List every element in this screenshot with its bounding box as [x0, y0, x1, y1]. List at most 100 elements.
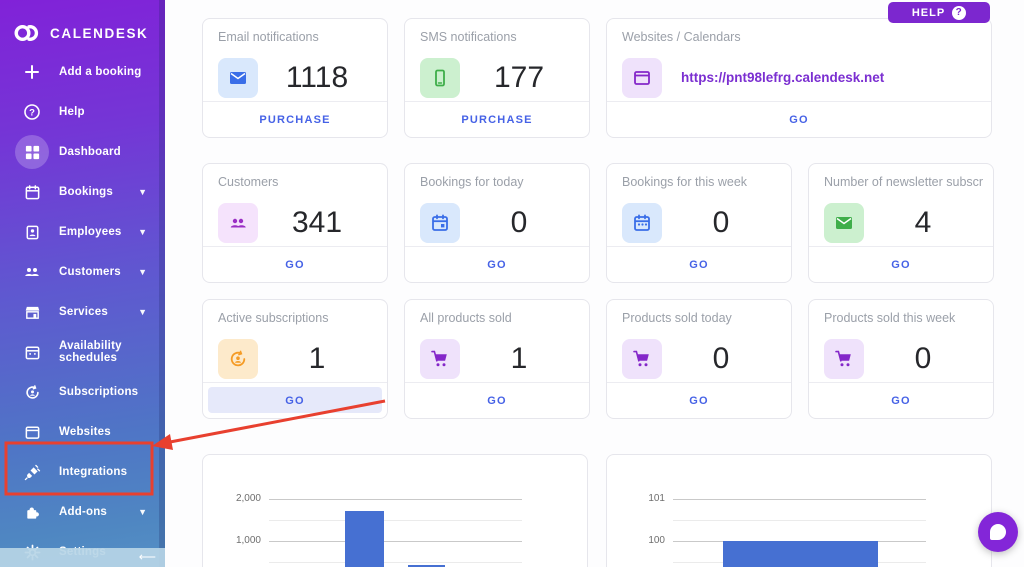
sidebar-item-services[interactable]: Services ▼ [0, 292, 159, 332]
help-icon: ? [15, 95, 49, 129]
sidebar-item-integrations[interactable]: Integrations [0, 452, 159, 492]
plug-icon [15, 455, 49, 489]
sidebar-item-customers[interactable]: Customers ▼ [0, 252, 159, 292]
card-value: 1 [308, 342, 326, 375]
email-icon [824, 203, 864, 243]
sidebar-item-label: Integrations [59, 466, 128, 478]
go-button[interactable]: GO [607, 101, 991, 137]
sidebar-item-dashboard[interactable]: Dashboard [0, 132, 159, 172]
help-button[interactable]: HELP ? [888, 2, 990, 23]
chevron-down-icon: ▼ [138, 187, 147, 197]
card-title: All products sold [420, 311, 512, 325]
chevron-down-icon: ▼ [138, 307, 147, 317]
stat-card-sms-notifications: SMS notifications 177 PURCHASE [404, 18, 590, 138]
stat-card-products-sold-today: Products sold today 0 GO [606, 299, 792, 419]
card-title: Products sold today [622, 311, 732, 325]
bookings-bar-chart-card: 2,000 1,000 [202, 454, 588, 567]
card-title: Products sold this week [824, 311, 956, 325]
chat-widget-button[interactable] [978, 512, 1018, 552]
cart-icon [420, 339, 460, 379]
dashboard-icon [15, 135, 49, 169]
cart-icon [622, 339, 662, 379]
email-icon [218, 58, 258, 98]
chart-bar [723, 541, 879, 567]
chat-bubble-icon [990, 524, 1006, 540]
sidebar-item-help[interactable]: ? Help [0, 92, 159, 132]
sidebar-item-add-a-booking[interactable]: Add a booking [0, 52, 159, 92]
schedule-calendar-icon [15, 335, 49, 369]
sidebar-item-bookings[interactable]: Bookings ▼ [0, 172, 159, 212]
sidebar-item-label: Services [59, 306, 108, 318]
browser-icon [622, 58, 662, 98]
phone-icon [420, 58, 460, 98]
y-axis-tick-label: 100 [648, 535, 665, 547]
card-value: 341 [291, 206, 343, 239]
go-button[interactable]: GO [203, 246, 387, 282]
bar-chart-plot: 101 100 [648, 478, 926, 567]
sidebar-item-availability-schedules[interactable]: Availability schedules [0, 332, 159, 372]
stat-card-websites-calendars: Websites / Calendars https://pnt98lefrg.… [606, 18, 992, 138]
bar-chart-plot: 2,000 1,000 [236, 482, 522, 567]
go-button[interactable]: GO [809, 382, 993, 418]
question-mark-icon: ? [952, 5, 967, 20]
y-axis-tick-label: 2,000 [235, 492, 261, 504]
sidebar-item-label: Bookings [59, 186, 113, 198]
stat-card-newsletter-subscribers: Number of newsletter subscript... 4 GO [808, 163, 994, 283]
sidebar: CALENDESK Add a booking ? Help Dashboard [0, 0, 165, 567]
card-value: 0 [914, 342, 932, 375]
sidebar-menu: Add a booking ? Help Dashboard Bookings … [0, 52, 159, 567]
y-axis-tick-label: 101 [648, 493, 665, 505]
y-axis-tick-label: 1,000 [235, 534, 261, 546]
stat-card-bookings-today: Bookings for today 0 GO [404, 163, 590, 283]
sidebar-item-label: Employees [59, 226, 122, 238]
go-button[interactable]: GO [405, 382, 589, 418]
go-button[interactable]: GO [203, 382, 387, 418]
calendar-url-link[interactable]: https://pnt98lefrg.calendesk.net [681, 58, 977, 98]
browser-icon [15, 415, 49, 449]
sidebar-item-label: Customers [59, 266, 121, 278]
chart-bar [344, 511, 385, 567]
go-button[interactable]: GO [607, 382, 791, 418]
sidebar-item-add-ons[interactable]: Add-ons ▼ [0, 492, 159, 532]
chart-gridline [673, 499, 926, 501]
sidebar-item-label: Help [59, 106, 85, 118]
chevron-down-icon: ▼ [138, 507, 147, 517]
card-value: 1118 [285, 61, 349, 94]
puzzle-icon [15, 495, 49, 529]
people-icon [15, 255, 49, 289]
collapse-sidebar-icon[interactable]: ⟵ [139, 550, 156, 564]
stat-card-all-products-sold: All products sold 1 GO [404, 299, 590, 419]
stat-card-customers: Customers 341 GO [202, 163, 388, 283]
sidebar-item-subscriptions[interactable]: Subscriptions [0, 372, 159, 412]
card-title: Customers [218, 175, 279, 189]
sidebar-item-label: Add-ons [59, 506, 108, 518]
chart-gridline [269, 498, 522, 500]
card-value: 0 [510, 206, 528, 239]
go-button[interactable]: GO [607, 246, 791, 282]
stat-card-email-notifications: Email notifications 1118 PURCHASE [202, 18, 388, 138]
logo[interactable]: CALENDESK [0, 0, 165, 52]
sidebar-item-label: Availability schedules [59, 340, 122, 364]
card-title: Websites / Calendars [622, 30, 741, 44]
card-value: 0 [712, 342, 730, 375]
sidebar-item-employees[interactable]: Employees ▼ [0, 212, 159, 252]
svg-text:?: ? [29, 108, 35, 119]
stat-card-products-sold-week: Products sold this week 0 GO [808, 299, 994, 419]
purchase-button[interactable]: PURCHASE [203, 101, 387, 137]
purchase-button[interactable]: PURCHASE [405, 101, 589, 137]
help-button-label: HELP [911, 6, 946, 19]
plus-icon [15, 55, 49, 89]
go-button[interactable]: GO [809, 246, 993, 282]
card-title: Active subscriptions [218, 311, 329, 325]
stat-card-active-subscriptions: Active subscriptions 1 GO [202, 299, 388, 419]
sidebar-item-websites[interactable]: Websites [0, 412, 159, 452]
card-value: 1 [510, 342, 528, 375]
go-button[interactable]: GO [405, 246, 589, 282]
calendesk-logo-icon [14, 23, 41, 43]
employee-badge-icon [15, 215, 49, 249]
sidebar-item-label: Subscriptions [59, 386, 139, 398]
customers-bar-chart-card: 101 100 [606, 454, 992, 567]
sidebar-scrollbar[interactable] [159, 0, 165, 567]
card-title: SMS notifications [420, 30, 517, 44]
calendar-icon [622, 203, 662, 243]
